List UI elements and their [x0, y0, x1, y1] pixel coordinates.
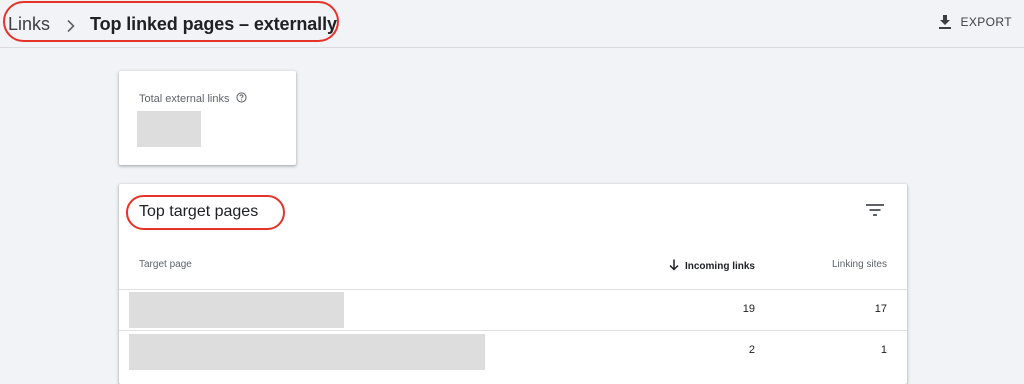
table-row[interactable]: 19 17	[119, 289, 907, 329]
page-title: Top linked pages – externally	[90, 13, 337, 34]
export-label: EXPORT	[960, 15, 1012, 29]
column-header-target-page[interactable]: Target page	[139, 259, 192, 270]
column-header-linking-sites[interactable]: Linking sites	[832, 259, 887, 270]
linking-sites-value: 17	[874, 303, 887, 315]
target-page-redacted[interactable]	[129, 334, 485, 370]
export-button[interactable]: EXPORT	[938, 12, 1012, 32]
incoming-links-value: 19	[742, 303, 755, 315]
download-icon	[938, 14, 952, 30]
table-title: Top target pages	[139, 203, 259, 220]
breadcrumb: Links Top linked pages – externally	[8, 11, 337, 37]
linking-sites-value: 1	[880, 344, 887, 356]
summary-title: Total external links	[139, 92, 247, 106]
filter-button[interactable]	[863, 200, 887, 224]
top-bar: Links Top linked pages – externally EXPO…	[0, 0, 1024, 48]
summary-card: Total external links	[119, 71, 296, 165]
chevron-right-icon	[66, 17, 76, 33]
table-row[interactable]: 2 1	[119, 330, 907, 370]
top-target-pages-card: Top target pages Target page Incoming li…	[119, 184, 907, 384]
column-header-incoming-links[interactable]: Incoming links	[669, 259, 755, 274]
incoming-links-value: 2	[748, 344, 755, 356]
summary-value-redacted	[137, 111, 201, 147]
target-page-redacted[interactable]	[129, 292, 344, 328]
incoming-links-label: Incoming links	[684, 261, 755, 272]
summary-title-label: Total external links	[139, 93, 230, 105]
help-circle-icon[interactable]	[235, 92, 247, 106]
filter-list-icon	[866, 203, 884, 222]
arrow-down-icon	[669, 259, 679, 274]
breadcrumb-links[interactable]: Links	[8, 14, 50, 35]
